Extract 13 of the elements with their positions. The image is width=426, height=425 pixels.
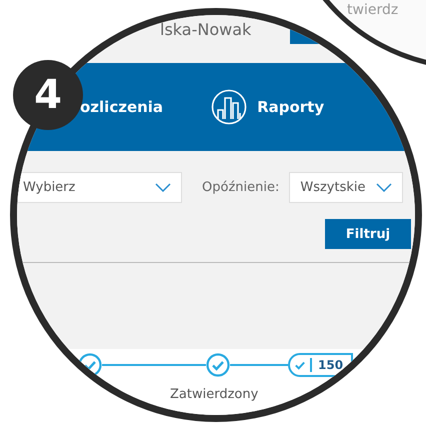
step-label: Zatwierdzony	[170, 387, 258, 402]
bar-chart-icon	[211, 89, 248, 125]
nav-link[interactable]: ozliczenia	[80, 98, 164, 116]
delay-label: Opóźnienie:	[202, 180, 280, 195]
filter-button[interactable]: Filtruj	[325, 219, 411, 249]
user-name: lska-Nowak	[160, 20, 252, 39]
amount-value: 150	[310, 358, 352, 372]
chevron-down-icon	[376, 183, 392, 192]
delay-dropdown[interactable]: Wszytskie	[289, 172, 404, 203]
partial-text: twierdz	[347, 2, 398, 18]
nav-link[interactable]: Raporty	[257, 98, 324, 116]
chevron-down-icon	[155, 183, 171, 192]
select-dropdown[interactable]: Wybierz	[17, 172, 182, 203]
